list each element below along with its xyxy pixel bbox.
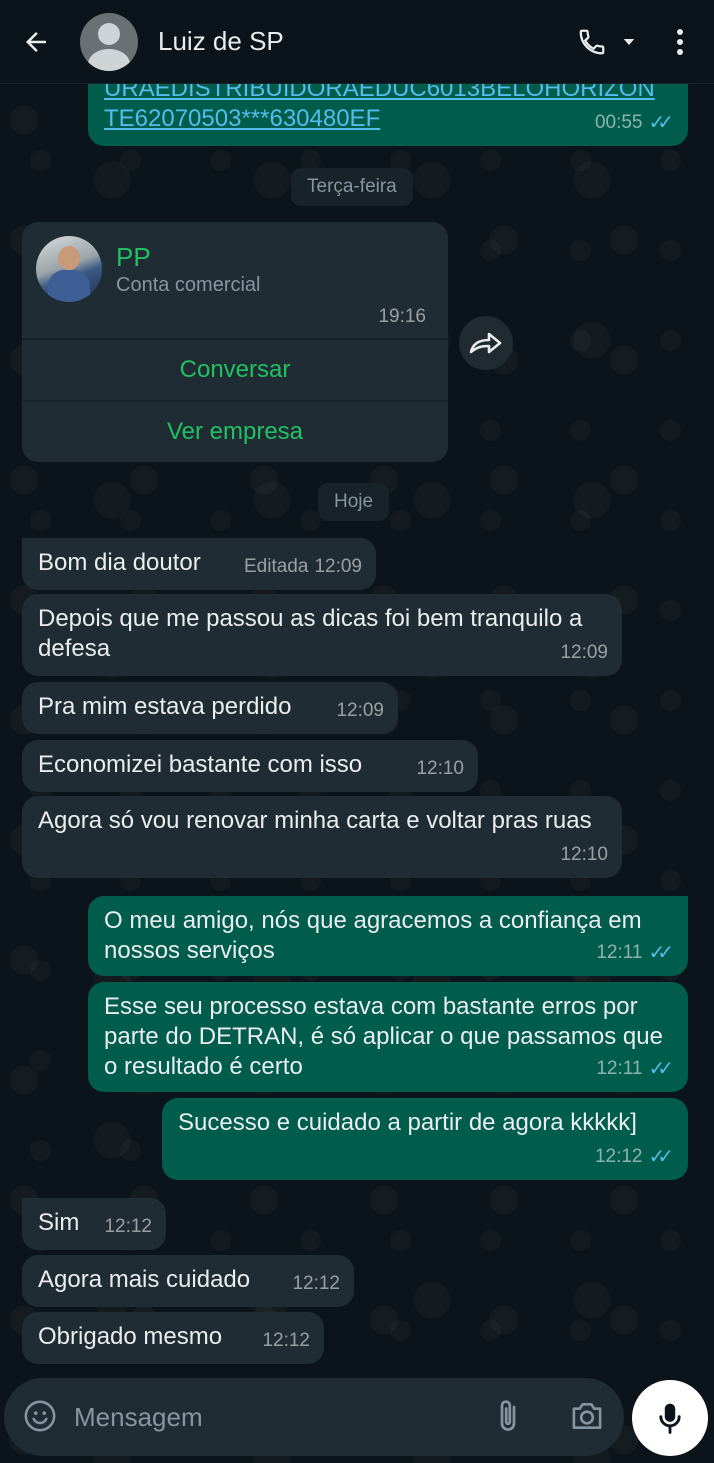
outgoing-message: Sucesso e cuidado a partir de agora kkkk… [162, 1098, 688, 1180]
message-text: O meu amigo, nós que agracemos a confian… [104, 907, 642, 964]
message-text: Depois que me passou as dicas foi bem tr… [38, 605, 583, 662]
incoming-message: Economizei bastante com isso 12:10 [22, 740, 478, 792]
attach-icon[interactable] [488, 1396, 528, 1436]
dropdown-icon[interactable] [614, 20, 644, 64]
message-time: 12:12 ✓✓ [595, 1142, 674, 1172]
read-ticks-icon: ✓✓ [648, 112, 673, 134]
incoming-message: Bom dia doutor Editada 12:09 [22, 538, 376, 590]
edited-label: Editada [244, 556, 309, 577]
message-text: Economizei bastante com isso [38, 751, 363, 778]
outgoing-message: Esse seu processo estava com bastante er… [88, 982, 688, 1092]
business-avatar[interactable] [36, 236, 102, 302]
message-time: 12:10 [560, 844, 608, 865]
message-time: 12:11 ✓✓ [596, 1054, 674, 1084]
incoming-message: Pra mim estava perdido 12:09 [22, 682, 398, 734]
message-text: Agora só vou renovar minha carta e volta… [38, 807, 592, 834]
message-time: 12:12 [262, 1330, 310, 1351]
message-time: 12:10 [416, 758, 464, 779]
read-ticks-icon: ✓✓ [648, 1146, 673, 1168]
date-separator: Hoje [318, 483, 390, 521]
message-input-bar: Mensagem [4, 1378, 624, 1456]
message-text: Obrigado mesmo [38, 1323, 223, 1350]
message-text: Pra mim estava perdido [38, 693, 292, 720]
message-time: 12:09 [336, 700, 384, 721]
microphone-button[interactable] [632, 1380, 708, 1456]
date-separator: Terça-feira [291, 168, 413, 206]
message-time: 12:11 ✓✓ [596, 938, 674, 968]
emoji-icon[interactable] [20, 1396, 60, 1436]
chat-header: Luiz de SP [0, 0, 714, 84]
link-text-line2[interactable]: TE62070503***630480EF [104, 104, 672, 134]
business-subtitle: Conta comercial [116, 274, 261, 296]
message-time: 12:12 [104, 1216, 152, 1237]
message-time: 00:55 ✓✓ [595, 108, 674, 138]
business-contact-card[interactable]: PP Conta comercial 19:16 Conversar Ver e… [22, 222, 448, 462]
message-text: Sucesso e cuidado a partir de agora kkkk… [178, 1109, 637, 1136]
incoming-message: Obrigado mesmo 12:12 [22, 1312, 324, 1364]
read-ticks-icon: ✓✓ [648, 1058, 673, 1080]
outgoing-message: O meu amigo, nós que agracemos a confian… [88, 896, 688, 976]
incoming-message: Agora mais cuidado 12:12 [22, 1255, 354, 1307]
incoming-message: Sim 12:12 [22, 1198, 166, 1250]
incoming-message: Depois que me passou as dicas foi bem tr… [22, 594, 622, 676]
more-vert-icon[interactable] [658, 20, 702, 64]
phone-icon[interactable] [570, 20, 614, 64]
message-time: 19:16 [378, 306, 426, 327]
chat-button[interactable]: Conversar [22, 338, 448, 400]
incoming-message: Agora só vou renovar minha carta e volta… [22, 796, 622, 878]
forward-icon[interactable] [459, 316, 513, 370]
camera-icon[interactable] [566, 1396, 608, 1436]
business-name: PP [116, 242, 151, 272]
read-ticks-icon: ✓✓ [648, 942, 673, 964]
message-time: 12:12 [292, 1273, 340, 1294]
message-time: 12:09 [560, 642, 608, 663]
message-text: Sim [38, 1209, 80, 1236]
message-text: Agora mais cuidado [38, 1266, 251, 1293]
view-business-button[interactable]: Ver empresa [22, 400, 448, 462]
message-time: Editada 12:09 [244, 552, 362, 582]
message-text: Bom dia doutor [38, 549, 201, 576]
message-text: Esse seu processo estava com bastante er… [104, 993, 663, 1080]
message-input[interactable]: Mensagem [74, 1402, 203, 1433]
contact-name[interactable]: Luiz de SP [158, 26, 570, 57]
back-arrow-icon[interactable] [10, 16, 62, 68]
avatar[interactable] [80, 12, 138, 71]
